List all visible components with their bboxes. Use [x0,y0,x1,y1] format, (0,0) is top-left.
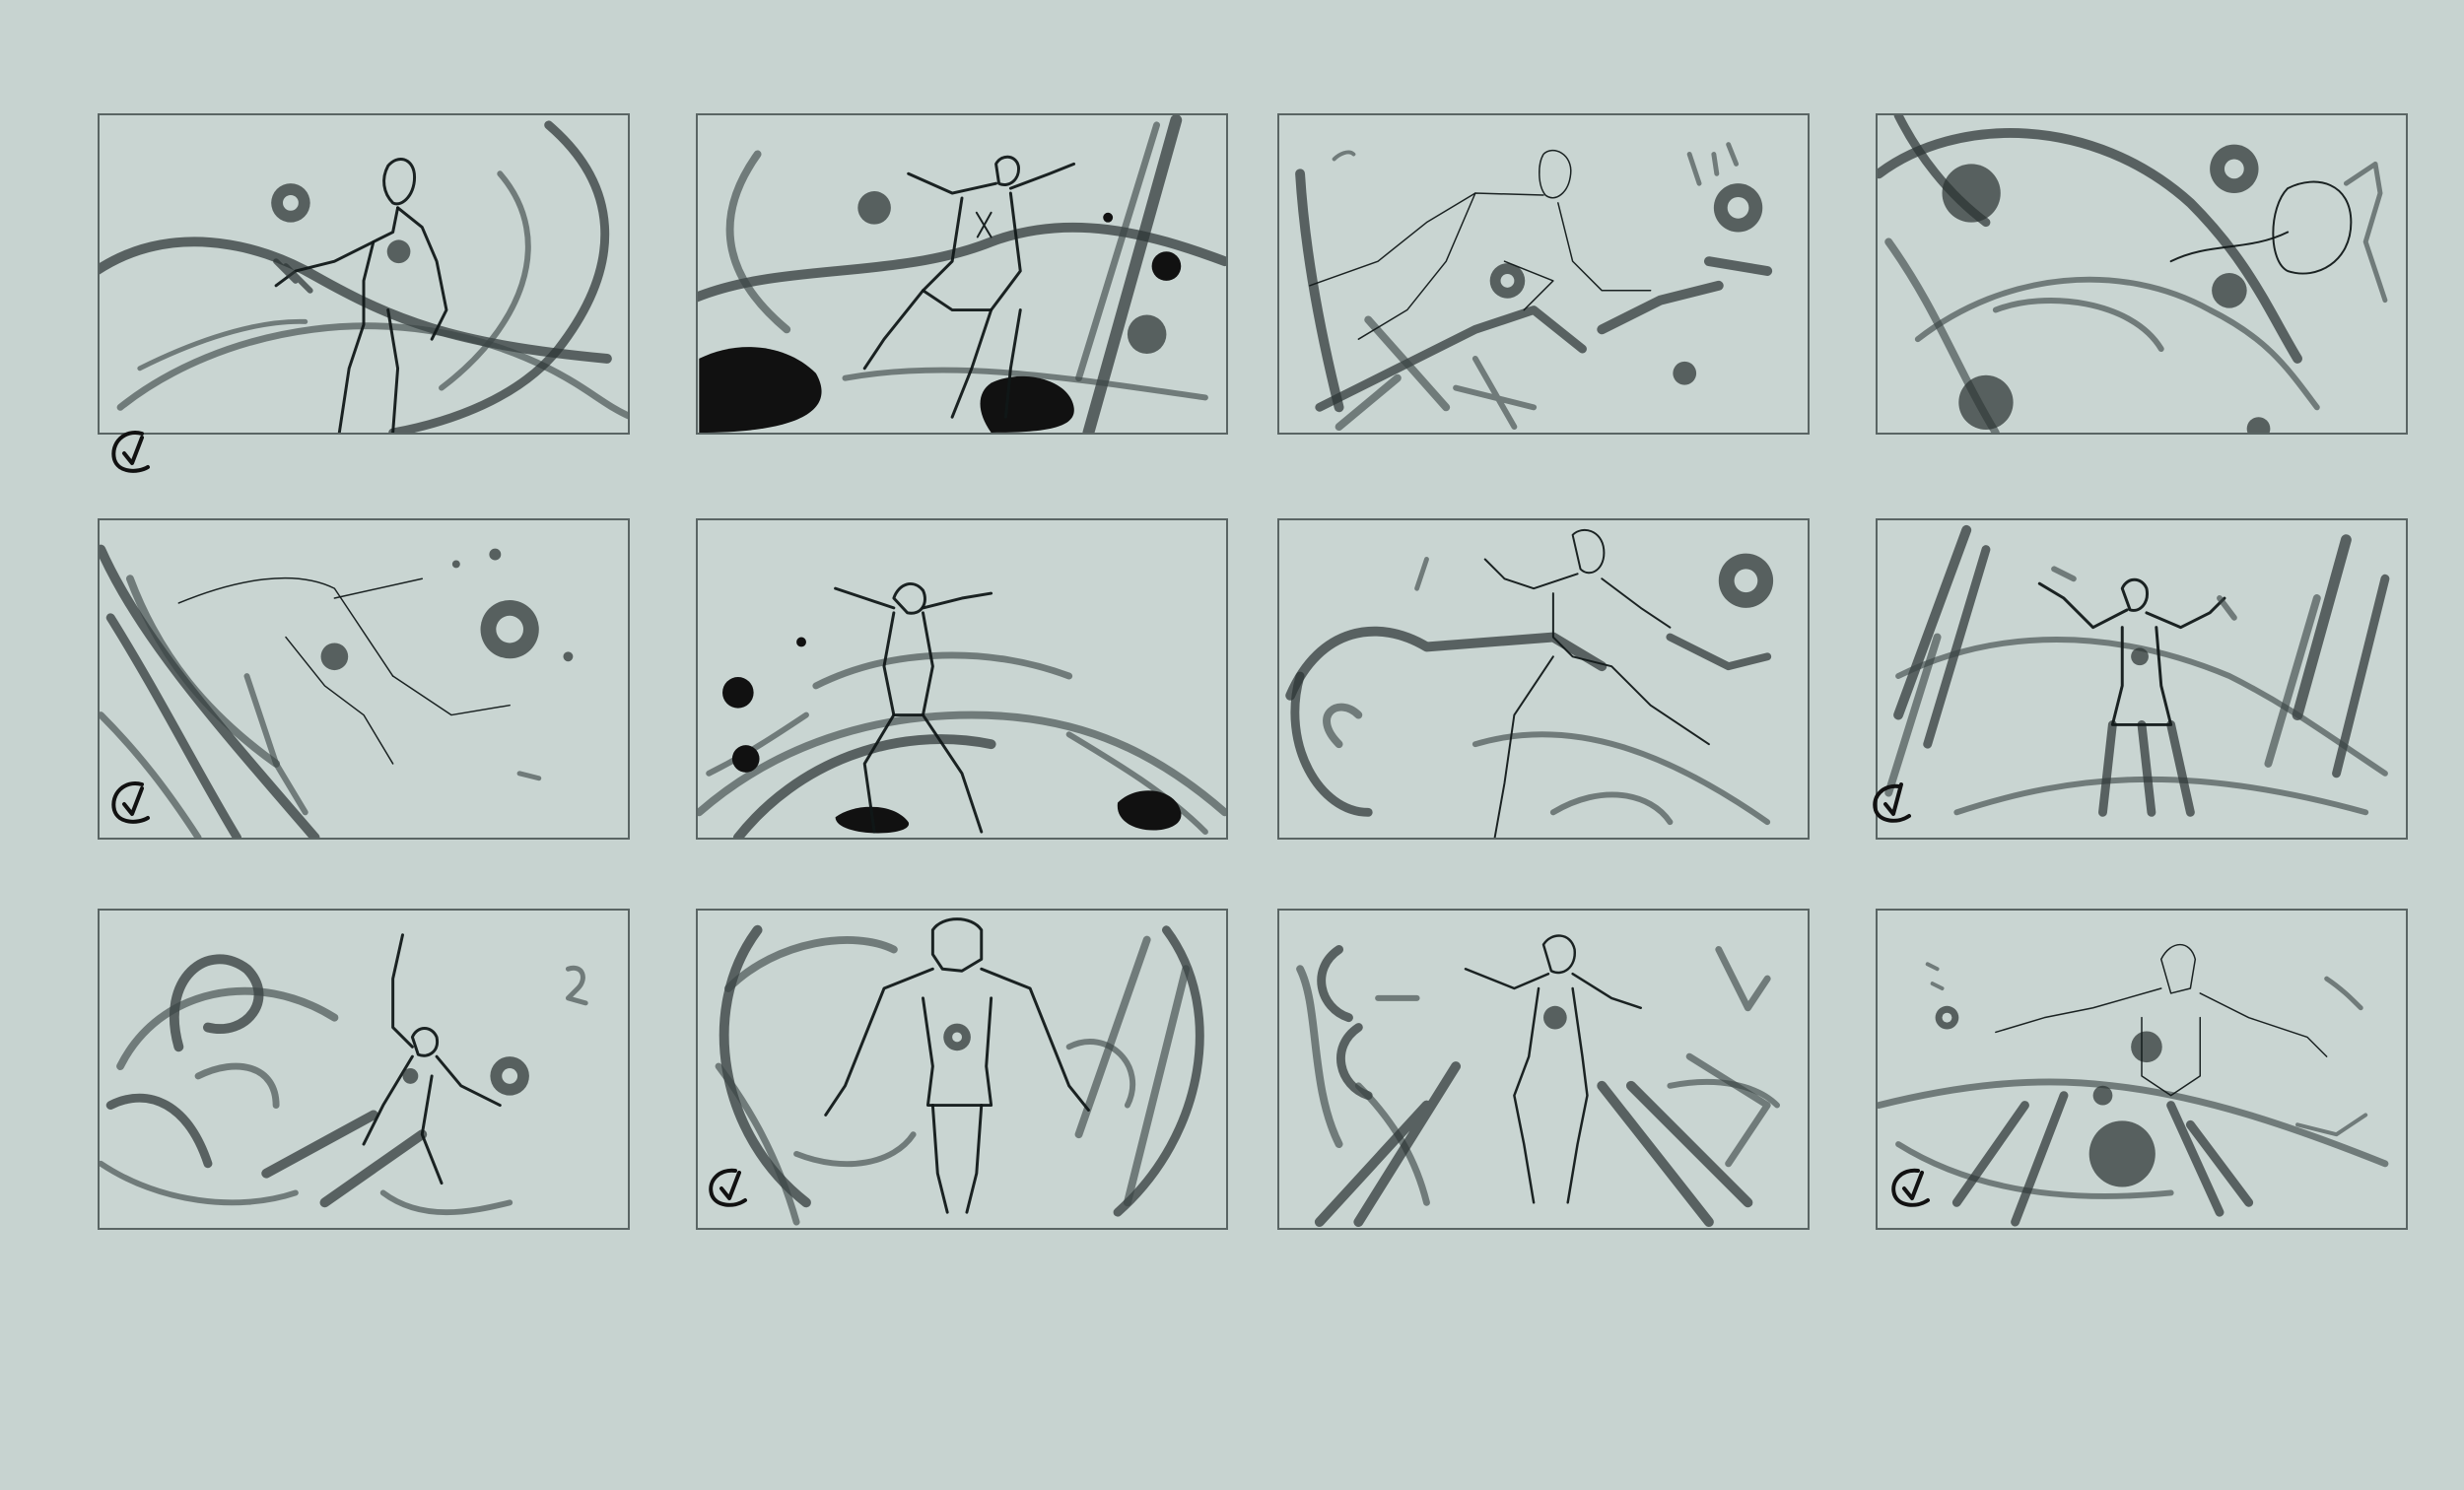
storyboard-panel-12[interactable] [1876,909,2408,1230]
approval-check-icon-8 [1873,782,1911,823]
approval-check-icon-5 [111,781,150,824]
sketch-art-panel-9 [100,933,588,1216]
storyboard-panel-11[interactable] [1277,909,1810,1230]
sketch-art-panel-3 [1295,142,1773,432]
sketch-art-panel-10 [715,917,1204,1226]
storyboard-panel-7[interactable] [1277,518,1810,840]
approval-check-icon-10 [709,1168,747,1207]
sketch-art-panel-2 [698,115,1226,433]
sketch-art-panel-7 [1285,528,1774,838]
sketch-art-panel-1 [100,120,628,433]
sketch-art-panel-4 [1878,115,2388,433]
sketch-art-panel-12 [1878,943,2389,1227]
storyboard-panel-8[interactable] [1876,518,2408,840]
storyboard-panel-10[interactable] [696,909,1228,1230]
sketch-art-panel-8 [1884,524,2390,817]
storyboard-panel-5[interactable] [98,518,630,840]
approval-check-icon-1 [111,431,150,473]
sketch-art-panel-11 [1296,934,1781,1228]
approval-check-icon-12 [1891,1168,1930,1207]
storyboard-canvas [0,0,2464,1490]
storyboard-panel-2[interactable] [696,113,1228,435]
storyboard-panel-1[interactable] [98,113,630,435]
storyboard-panel-4[interactable] [1876,113,2408,435]
sketch-art-panel-5 [100,544,574,838]
storyboard-panel-3[interactable] [1277,113,1810,435]
storyboard-panel-9[interactable] [98,909,630,1230]
storyboard-panel-6[interactable] [696,518,1228,840]
sketch-art-panel-6 [698,582,1226,838]
